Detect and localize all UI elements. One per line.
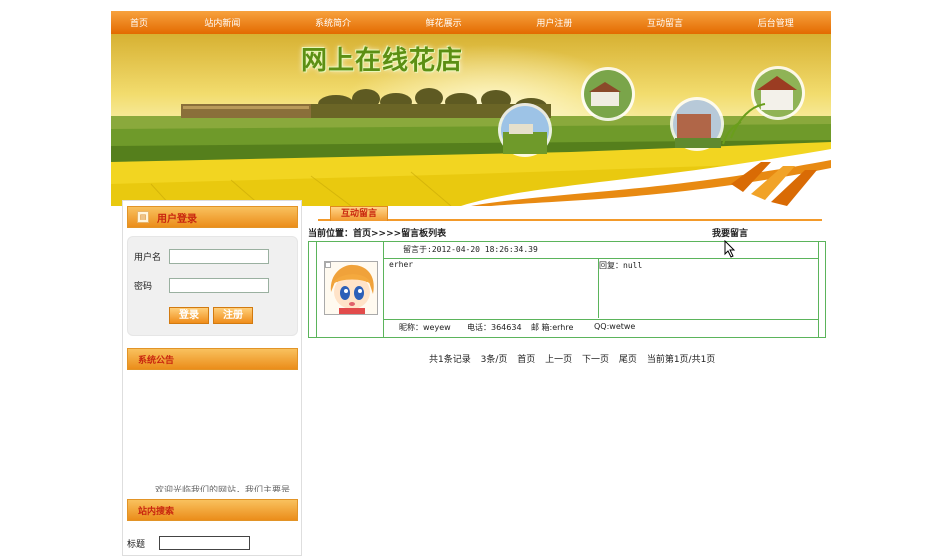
pagination-current: 当前第1页/共1页	[646, 355, 716, 365]
password-input[interactable]	[169, 278, 269, 293]
login-panel-header: ▤ 用户登录	[127, 206, 298, 228]
pagination-last[interactable]: 尾页	[619, 355, 637, 365]
table-divider	[383, 258, 818, 259]
username-label: 用户名	[134, 253, 162, 263]
pagination-total: 共1条记录	[429, 355, 471, 365]
top-nav: 首页 站内新闻 系统简介 鲜花展示 用户注册 互动留言 后台管理	[111, 11, 831, 34]
nav-register[interactable]: 用户注册	[499, 16, 610, 29]
notice-marquee: 欢迎光临我们的网站，我们主要是	[127, 372, 298, 492]
table-divider	[818, 242, 819, 337]
nav-news[interactable]: 站内新闻	[167, 16, 278, 29]
message-email: 邮 箱:erhre	[531, 323, 574, 332]
breadcrumb: 当前位置：首页>>>>留言板列表	[308, 229, 447, 239]
search-panel-header: 站内搜索	[127, 499, 298, 521]
username-input[interactable]	[169, 249, 269, 264]
anime-avatar-icon	[325, 262, 377, 314]
left-sidebar: ▤ 用户登录 用户名 密码 登录 注册 系统公告 欢迎光临我们的网站，我们主要是…	[122, 200, 302, 556]
image-placeholder-icon	[325, 262, 331, 268]
search-panel-title: 站内搜索	[138, 506, 175, 517]
mouse-cursor-icon	[724, 240, 736, 258]
login-panel-title: 用户登录	[157, 213, 197, 225]
tab-underline	[318, 219, 822, 221]
message-phone: 电话：364634	[467, 323, 522, 332]
search-title-label: 标题	[127, 539, 146, 550]
login-button[interactable]: 登录	[169, 307, 209, 324]
nav-home[interactable]: 首页	[111, 16, 167, 29]
pagination-first[interactable]: 首页	[517, 355, 535, 365]
site-title: 网上在线花店	[301, 46, 464, 76]
pagination-prev[interactable]: 上一页	[545, 355, 572, 365]
nav-admin[interactable]: 后台管理	[720, 16, 831, 29]
table-divider	[383, 319, 818, 320]
message-qq: QQ:wetwe	[594, 322, 636, 331]
username-row: 用户名	[134, 249, 269, 264]
message-reply: 回复：null	[599, 261, 643, 270]
pagination-next[interactable]: 下一页	[582, 355, 609, 365]
tab-guestbook[interactable]: 互动留言	[330, 206, 388, 221]
notice-scroll-text: 欢迎光临我们的网站，我们主要是	[155, 486, 291, 492]
notice-panel-header: 系统公告	[127, 348, 298, 370]
pagination-per-page: 3条/页	[480, 355, 508, 365]
nav-intro[interactable]: 系统简介	[278, 16, 389, 29]
password-label: 密码	[134, 282, 153, 292]
message-nickname: 昵称：weyew	[399, 323, 451, 332]
password-row: 密码	[134, 278, 269, 293]
search-row: 标题	[127, 536, 250, 550]
message-posted-at: 留言于:2012-04-20 18:26:34.39	[403, 245, 538, 254]
nav-flowers[interactable]: 鲜花展示	[388, 16, 499, 29]
pagination: 共1条记录 3条/页 首页 上一页 下一页 尾页 当前第1页/共1页	[429, 352, 722, 365]
message-table: 留言于:2012-04-20 18:26:34.39 erher 回复：null…	[308, 241, 826, 338]
message-content: erher	[389, 260, 414, 269]
page: 首页 站内新闻 系统简介 鲜花展示 用户注册 互动留言 后台管理 网上在线花店 …	[0, 0, 938, 556]
table-divider	[316, 242, 317, 337]
write-message-link[interactable]: 我要留言	[712, 226, 748, 239]
register-button[interactable]: 注册	[213, 307, 253, 324]
table-divider	[383, 242, 384, 337]
notice-panel-title: 系统公告	[138, 355, 175, 366]
avatar	[324, 261, 378, 315]
search-title-input[interactable]	[159, 536, 250, 550]
nav-guestbook[interactable]: 互动留言	[610, 16, 721, 29]
banner: 网上在线花店	[111, 34, 831, 206]
page-icon: ▤	[137, 211, 149, 223]
banner-landscape	[111, 66, 831, 206]
